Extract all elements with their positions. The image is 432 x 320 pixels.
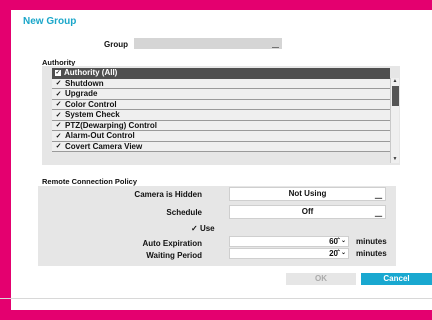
schedule-row: Schedule Off ⎽ [38,205,396,219]
waiting-period-row: Waiting Period 20 ⌃⌄ minutes [38,248,396,260]
authority-item-label: Shutdown [65,78,104,88]
authority-list: ✓ Authority (All) ✓ Shutdown ✓ Upgrade ✓… [52,68,390,152]
dropdown-icon: ⎽ [375,210,382,217]
check-icon[interactable]: ✓ [55,142,62,150]
schedule-select[interactable]: Off ⎽ [229,205,386,219]
authority-item-system-check[interactable]: ✓ System Check [52,110,390,121]
authority-all-row[interactable]: ✓ Authority (All) [52,68,390,79]
camera-hidden-select[interactable]: Not Using ⎽ [229,187,386,201]
auto-expiration-stepper[interactable]: 60 ⌃⌄ [229,236,349,247]
authority-item-covert-camera-view[interactable]: ✓ Covert Camera View [52,141,390,152]
remote-policy-section-title: Remote Connection Policy [42,177,138,186]
check-icon[interactable]: ✓ [55,121,62,129]
authority-item-shutdown[interactable]: ✓ Shutdown [52,78,390,89]
auto-expiration-row: Auto Expiration 60 ⌃⌄ minutes [38,236,396,248]
authority-item-color-control[interactable]: ✓ Color Control [52,99,390,110]
checked-box-icon[interactable]: ✓ [55,69,61,76]
authority-item-label: Alarm-Out Control [65,131,135,141]
authority-item-upgrade[interactable]: ✓ Upgrade [52,89,390,100]
schedule-value: Off [301,207,314,216]
authority-scrollbar[interactable]: ▲ ▼ [390,78,399,163]
authority-item-ptz-control[interactable]: ✓ PTZ(Dewarping) Control [52,120,390,131]
minutes-unit: minutes [356,237,387,246]
dropdown-icon: ⎽ [375,192,382,199]
authority-item-label: PTZ(Dewarping) Control [65,120,157,130]
group-label: Group [104,40,128,49]
minutes-unit: minutes [356,249,387,258]
authority-all-label: Authority (All) [64,68,118,78]
check-icon[interactable]: ✓ [191,224,198,233]
check-icon[interactable]: ✓ [55,132,62,140]
spinner-icon[interactable]: ⌃⌄ [336,237,346,246]
authority-item-alarm-out-control[interactable]: ✓ Alarm-Out Control [52,131,390,142]
camera-hidden-label: Camera is Hidden [134,190,202,199]
camera-hidden-row: Camera is Hidden Not Using ⎽ [38,187,396,201]
group-name-field[interactable]: ⎽ [134,38,282,49]
check-icon[interactable]: ✓ [55,90,62,98]
scrollbar-thumb[interactable] [392,86,399,106]
authority-item-label: System Check [65,110,120,120]
schedule-label: Schedule [166,208,202,217]
waiting-period-label: Waiting Period [146,251,202,260]
auto-expiration-label: Auto Expiration [142,239,202,248]
divider [0,298,432,299]
cancel-button[interactable]: Cancel [361,273,432,285]
authority-item-label: Upgrade [65,89,98,99]
ok-button[interactable]: OK [286,273,356,285]
scroll-down-icon[interactable]: ▼ [391,156,399,163]
dialog-title: New Group [23,16,77,27]
check-icon[interactable]: ✓ [55,79,62,87]
camera-hidden-value: Not Using [288,189,327,198]
spinner-icon[interactable]: ⌃⌄ [336,249,346,258]
waiting-period-stepper[interactable]: 20 ⌃⌄ [229,248,349,259]
scroll-up-icon[interactable]: ▲ [391,78,399,85]
authority-item-label: Covert Camera View [65,141,143,151]
use-label: Use [199,224,215,233]
check-icon[interactable]: ✓ [55,111,62,119]
dropdown-icon: ⎽ [272,41,279,48]
check-icon[interactable]: ✓ [55,100,62,108]
authority-panel: ✓ Authority (All) ✓ Shutdown ✓ Upgrade ✓… [42,66,400,165]
authority-item-label: Color Control [65,99,117,109]
use-checkbox[interactable]: ✓ Use [191,224,215,233]
